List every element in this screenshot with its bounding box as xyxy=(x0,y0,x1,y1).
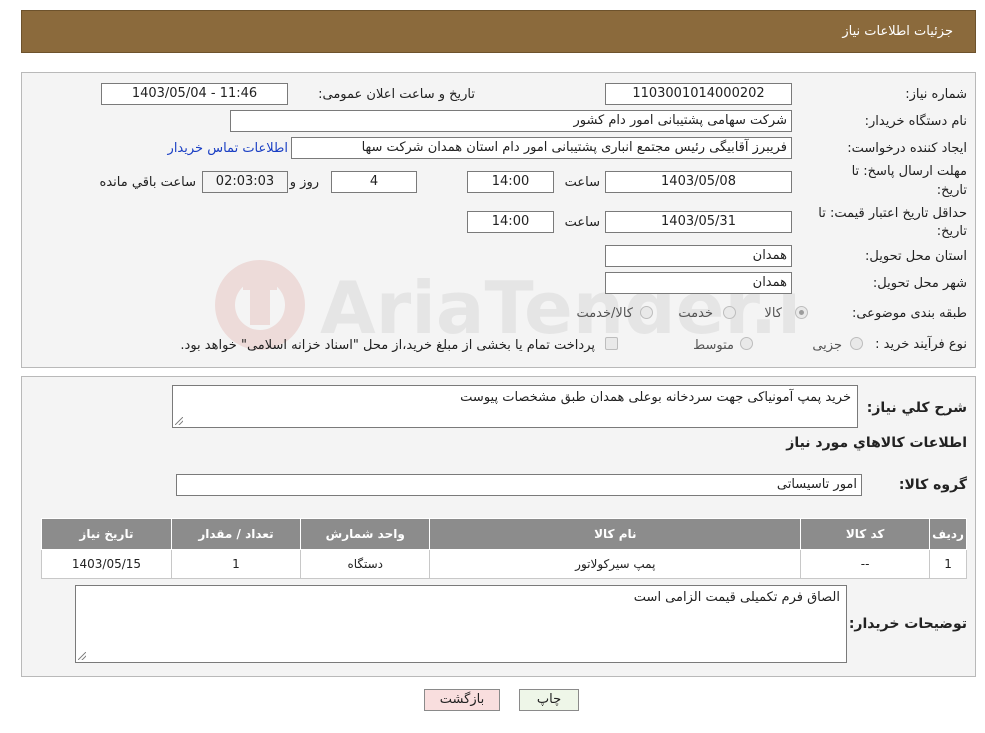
category-goods-service-radio[interactable] xyxy=(640,306,653,319)
buyer-contact-link[interactable]: اطلاعات تماس خریدار xyxy=(168,141,288,156)
col-need-date: تاريخ نياز xyxy=(41,518,172,550)
summary-textarea[interactable]: خرید پمپ آمونیاکی جهت سردخانه بوعلی همدا… xyxy=(172,385,858,428)
process-medium-radio[interactable] xyxy=(740,337,753,350)
validity-time-label: ساعت xyxy=(564,215,600,230)
process-label: نوع فرآیند خرید : xyxy=(875,337,967,352)
city-field[interactable]: همدان xyxy=(605,272,792,294)
page-header: جزئیات اطلاعات نیاز xyxy=(21,10,976,53)
resize-grip-icon[interactable] xyxy=(175,417,183,425)
category-goods-label: کالا xyxy=(764,306,782,321)
buyer-org-label: نام دستگاه خریدار: xyxy=(864,114,967,129)
category-goods-radio[interactable] xyxy=(795,306,808,319)
remaining-time-label: ساعت باقي مانده xyxy=(99,175,196,190)
province-label: استان محل تحویل: xyxy=(865,249,967,264)
creator-field[interactable]: فریبرز آقابیگی رئیس مجتمع انباری پشتیبان… xyxy=(291,137,792,159)
deadline-time-field[interactable]: 14:00 xyxy=(467,171,554,193)
cell-quantity: 1 xyxy=(170,549,302,579)
need-number-field[interactable]: 1103001014000202 xyxy=(605,83,792,105)
buyer-notes-textarea[interactable]: الصاق فرم تکمیلی قیمت الزامی است xyxy=(75,585,847,663)
deadline-label-line2: تاریخ: xyxy=(936,183,967,198)
cell-row-number: 1 xyxy=(929,549,967,579)
validity-label: حداقل تاریخ اعتبار قیمت: تا xyxy=(818,206,967,221)
category-goods-service-label: کالا/خدمت xyxy=(576,306,633,321)
creator-label: ایجاد کننده درخواست: xyxy=(847,141,967,156)
page-title: جزئیات اطلاعات نیاز xyxy=(842,24,953,39)
validity-date-field[interactable]: 1403/05/31 xyxy=(605,211,792,233)
province-field[interactable]: همدان xyxy=(605,245,792,267)
goods-group-label: گروه کالا: xyxy=(898,477,967,493)
validity-label-line2: تاریخ: xyxy=(936,224,967,239)
process-note: پرداخت تمام یا بخشی از مبلغ خرید،از محل … xyxy=(180,338,595,353)
category-service-radio[interactable] xyxy=(723,306,736,319)
deadline-label: مهلت ارسال پاسخ: تا xyxy=(851,164,967,179)
buyer-notes-text: الصاق فرم تکمیلی قیمت الزامی است xyxy=(633,590,840,605)
process-medium-label: متوسط xyxy=(693,338,734,353)
summary-text: خرید پمپ آمونیاکی جهت سردخانه بوعلی همدا… xyxy=(460,390,851,405)
cell-unit: دستگاه xyxy=(300,549,431,579)
remaining-days-field[interactable]: 4 xyxy=(331,171,417,193)
city-label: شهر محل تحویل: xyxy=(872,276,967,291)
print-button[interactable]: چاپ xyxy=(519,689,579,711)
col-quantity: تعداد / مقدار xyxy=(170,518,302,550)
buyer-notes-label: توضیحات خریدار: xyxy=(848,616,967,632)
announce-datetime-field[interactable]: 1403/05/04 - 11:46 xyxy=(101,83,288,105)
goods-group-field[interactable]: امور تاسیساتی xyxy=(176,474,862,496)
resize-grip-icon[interactable] xyxy=(78,652,86,660)
goods-section-title: اطلاعات کالاهاي مورد نياز xyxy=(786,435,967,451)
deadline-date-field[interactable]: 1403/05/08 xyxy=(605,171,792,193)
process-minor-radio[interactable] xyxy=(850,337,863,350)
cell-need-date: 1403/05/15 xyxy=(41,549,172,579)
need-number-label: شماره نیاز: xyxy=(905,87,967,102)
goods-table: رديف کد کالا نام کالا واحد شمارش تعداد /… xyxy=(41,518,967,579)
days-label: روز و xyxy=(289,175,319,190)
remaining-time-field[interactable]: 02:03:03 xyxy=(202,171,288,193)
back-button[interactable]: بازگشت xyxy=(424,689,500,711)
col-item-code: کد کالا xyxy=(800,518,931,550)
category-label: طبقه بندی موضوعی: xyxy=(851,306,967,321)
validity-time-field[interactable]: 14:00 xyxy=(467,211,554,233)
col-item-name: نام کالا xyxy=(429,518,802,550)
treasury-payment-checkbox[interactable] xyxy=(605,337,618,350)
cell-item-name: پمپ سیرکولاتور xyxy=(429,549,802,579)
cell-item-code: -- xyxy=(800,549,931,579)
process-minor-label: جزیی xyxy=(812,338,842,353)
category-service-label: خدمت xyxy=(678,306,713,321)
summary-label: شرح کلي نياز: xyxy=(866,400,967,416)
col-unit: واحد شمارش xyxy=(300,518,431,550)
announce-datetime-label: تاریخ و ساعت اعلان عمومی: xyxy=(318,87,475,102)
table-row[interactable]: 1 -- پمپ سیرکولاتور دستگاه 1 1403/05/15 xyxy=(41,549,967,579)
col-row-number: رديف xyxy=(929,518,967,550)
goods-table-header: رديف کد کالا نام کالا واحد شمارش تعداد /… xyxy=(41,518,967,550)
deadline-time-label: ساعت xyxy=(564,175,600,190)
buyer-org-field[interactable]: شرکت سهامی پشتیبانی امور دام کشور xyxy=(230,110,792,132)
